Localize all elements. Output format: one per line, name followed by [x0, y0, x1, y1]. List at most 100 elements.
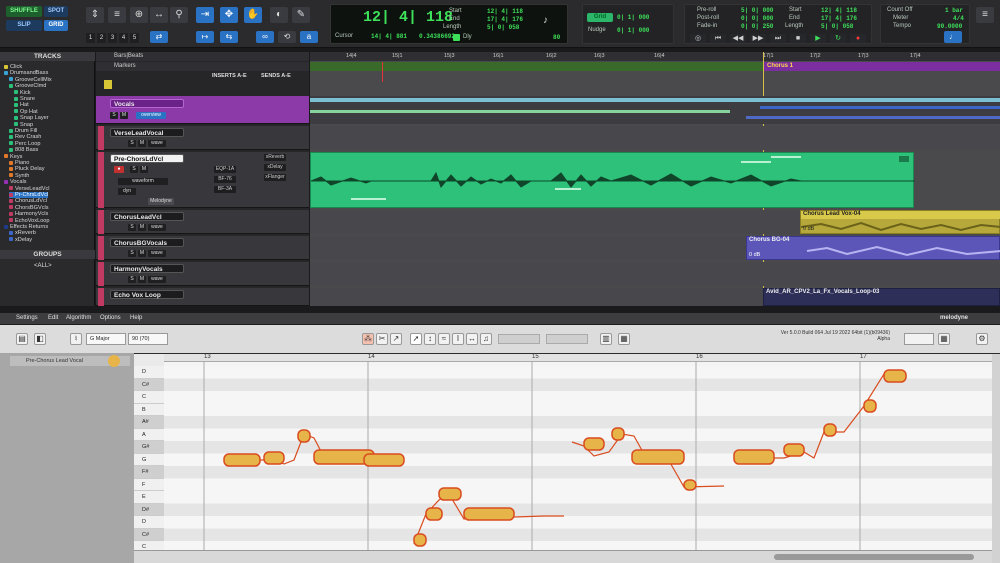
note-blob[interactable] — [783, 443, 805, 457]
track-name-vocals[interactable]: Vocals — [110, 99, 184, 108]
echo-vox-clip[interactable]: Avid_AR_CPV2_La_Fx_Vocals_Loop-03 — [763, 288, 1000, 306]
note-blob[interactable] — [223, 453, 261, 467]
return-to-zero-icon[interactable]: ⏮ — [710, 34, 726, 43]
track-chorus-bg[interactable]: ChorusBGVocals S M wave — [96, 236, 309, 260]
insertion-follows-icon[interactable]: ⟲ — [278, 31, 296, 43]
track-name-verse-lead[interactable]: VerseLeadVocal — [110, 128, 184, 137]
solo-button-verse[interactable]: S — [128, 140, 136, 147]
track-list-item[interactable]: Effects Returns — [4, 224, 48, 230]
link-timeline-icon[interactable]: ∞ — [256, 31, 274, 43]
track-list-item[interactable]: 808 Bass — [9, 147, 38, 153]
mute-button-chorus-lead[interactable]: M — [138, 224, 146, 231]
track-name-harmony[interactable]: HarmonyVocals — [110, 264, 184, 273]
mute-button-verse[interactable]: M — [138, 140, 146, 147]
view-select-vocals[interactable]: overview — [136, 112, 166, 119]
chorus-bg-gain[interactable]: 0 dB — [749, 252, 760, 258]
piano-key-label[interactable]: G — [134, 453, 164, 466]
track-name-echo-vox[interactable]: Echo Vox Loop — [110, 290, 184, 299]
grid-value[interactable]: 0| 1| 000 — [617, 14, 649, 21]
piano-key-label[interactable]: C# — [134, 378, 164, 391]
rewind-icon[interactable]: ◀◀ — [730, 34, 746, 43]
melodyne-horizontal-scrollbar[interactable] — [134, 550, 992, 563]
shuffle-mode-button[interactable]: SHUFFLE — [6, 6, 42, 17]
main-tool-icon[interactable]: ⁂ — [362, 333, 374, 345]
chorus-lead-clip[interactable]: Chorus Lead Vox-04 0 dB — [800, 210, 1000, 234]
postroll-value[interactable]: 0| 0| 000 — [741, 15, 773, 22]
solo-button-chorus-bg[interactable]: S — [128, 250, 136, 257]
note-blob[interactable] — [683, 479, 697, 491]
track-list-item[interactable]: Pr-ChrsLdVcl — [9, 192, 49, 198]
track-list-item[interactable]: Vocals — [4, 179, 26, 185]
track-list-item[interactable]: Op Hat — [14, 109, 38, 115]
edit-window-timeline[interactable]: 14|4 15|1 15|3 16|1 16|2 16|3 16|4 17|1 17|2 17|3… — [310, 52, 1000, 306]
groups-all-item[interactable]: <ALL> — [34, 263, 52, 269]
tab-to-transient-icon[interactable]: ↦ — [196, 31, 214, 43]
transport-length-value[interactable]: 5| 0| 058 — [821, 23, 853, 30]
solo-button-harmony[interactable]: S — [128, 276, 136, 283]
track-list-item[interactable]: Click — [4, 64, 22, 70]
track-list-item[interactable]: ChorusLdVcl — [9, 198, 47, 204]
note-blob[interactable] — [297, 429, 311, 443]
melodyne-plugin-slot[interactable]: Melodyne — [148, 198, 174, 205]
track-list-item[interactable]: Drum Fill — [9, 128, 37, 134]
play-icon[interactable]: ▶ — [810, 34, 826, 43]
note-blob[interactable] — [463, 507, 515, 521]
zoom-toggle-icon[interactable]: ⇕ — [86, 7, 104, 23]
scrubber-tool-icon[interactable]: ◐ — [270, 7, 288, 23]
record-arm-pre-chorus[interactable]: ● — [114, 166, 124, 173]
nudge-value[interactable]: 0| 1| 000 — [617, 27, 649, 34]
track-list-item[interactable]: Kick — [14, 90, 31, 96]
grid-mode-button[interactable]: GRID — [44, 20, 68, 31]
melodyne-settings-icon[interactable]: ⚙ — [976, 333, 988, 345]
track-list-item[interactable]: Piano — [9, 160, 29, 166]
dly-toggle[interactable] — [453, 34, 460, 41]
zoomer-tool-icon[interactable]: ⚲ — [170, 7, 188, 23]
track-list-item[interactable]: Pluck Delay — [9, 166, 45, 172]
pointer-tool-icon[interactable]: ➚ — [410, 333, 422, 345]
end-value[interactable]: 17| 4| 176 — [487, 16, 523, 23]
main-counter[interactable]: 12| 4| 118 — [363, 9, 453, 26]
slip-mode-button[interactable]: SLIP — [6, 20, 42, 31]
tempo-select[interactable]: 90 (70) — [128, 333, 168, 345]
track-list-item[interactable]: EchoVoxLoop — [9, 218, 50, 224]
piano-key-label[interactable]: D — [134, 516, 164, 529]
track-list-item[interactable]: Rev Crash — [9, 134, 41, 140]
selector-tool-icon[interactable]: ✥ — [220, 7, 238, 23]
track-vocals-folder[interactable]: Vocals S M overview — [96, 96, 309, 124]
go-to-end-icon[interactable]: ⏭ — [770, 34, 786, 43]
view-select-chorus-lead[interactable]: wave — [148, 224, 166, 231]
keyboard-focus-icon[interactable]: a — [300, 31, 318, 43]
piano-key-label[interactable]: D — [134, 366, 164, 379]
blob-tool-icon[interactable] — [108, 355, 120, 367]
zoom-preset-2[interactable]: 2 — [97, 33, 106, 43]
track-verse-lead-vocal[interactable]: VerseLeadVocal S M wave — [96, 126, 309, 150]
track-list-item[interactable]: DrumsandBass — [4, 70, 48, 76]
note-blob[interactable] — [733, 449, 775, 465]
send-slot-2[interactable]: xDelay — [264, 164, 286, 171]
track-list-item[interactable]: Snap — [14, 122, 33, 128]
fast-forward-icon[interactable]: ▶▶ — [750, 34, 766, 43]
timing-tool-icon[interactable]: ↔ — [466, 333, 478, 345]
mute-button-pre-chorus[interactable]: M — [140, 166, 148, 173]
send-slot-1[interactable]: xReverb — [264, 154, 286, 161]
piano-key-label[interactable]: E — [134, 491, 164, 504]
record-icon[interactable]: ● — [850, 34, 866, 43]
solo-button-vocals[interactable]: S — [110, 112, 118, 119]
track-list-item[interactable]: Perc Loop — [9, 141, 41, 147]
insert-slot-1[interactable]: EQP-1A — [214, 166, 236, 173]
view-select-chorus-bg[interactable]: wave — [148, 250, 166, 257]
track-list-item[interactable]: Snap Layer — [14, 115, 49, 121]
macro-icon-1[interactable]: ▥ — [600, 333, 612, 345]
track-pre-chorus-lead[interactable]: Pre-ChorsLdVcl ● S M waveform dyn Melody… — [96, 152, 309, 208]
melodyne-vertical-scrollbar[interactable] — [992, 354, 1000, 563]
mute-button-chorus-bg[interactable]: M — [138, 250, 146, 257]
send-slot-3[interactable]: xFlanger — [264, 174, 286, 181]
note-blob[interactable] — [583, 437, 605, 451]
piano-key-label[interactable]: F — [134, 478, 164, 491]
scissors-tool-icon[interactable]: ✂ — [376, 333, 388, 345]
loop-icon[interactable]: ↻ — [830, 34, 846, 43]
menu-edit[interactable]: Edit — [48, 315, 58, 321]
piano-key-label[interactable]: G# — [134, 441, 164, 454]
note-blob[interactable] — [883, 369, 907, 383]
note-grid[interactable] — [164, 354, 992, 550]
